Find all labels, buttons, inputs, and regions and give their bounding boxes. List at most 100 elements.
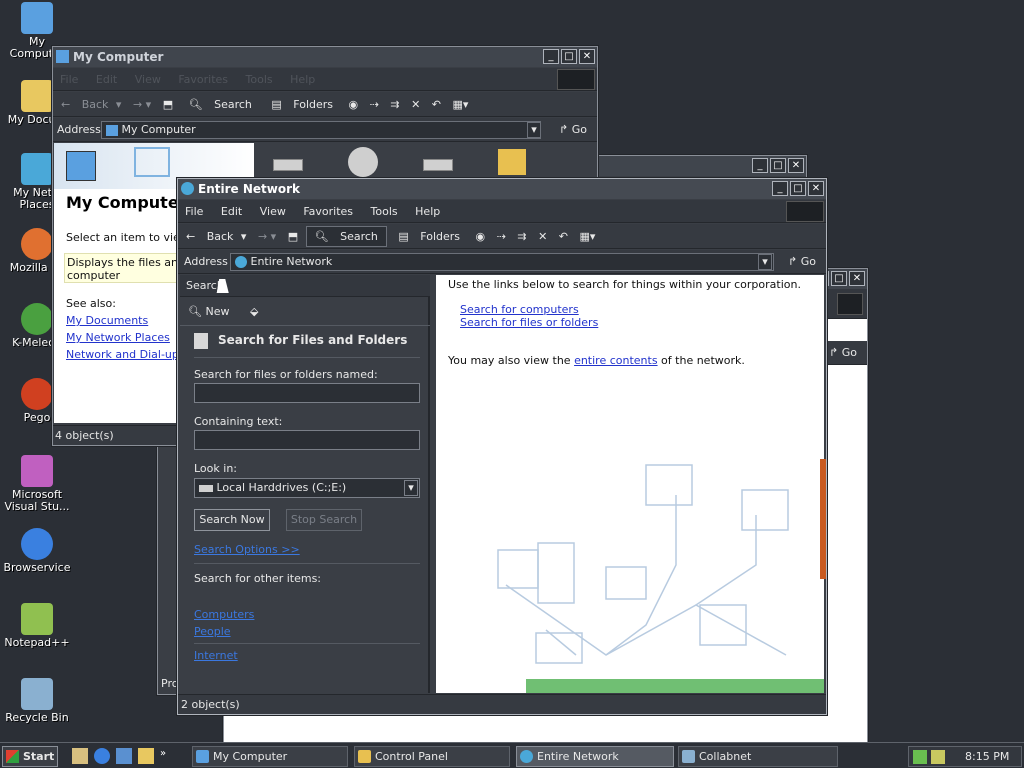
menu-view[interactable]: View — [253, 200, 293, 223]
address-dropdown-icon[interactable]: ▾ — [758, 254, 772, 270]
search-computers-link[interactable]: Search for computers — [460, 303, 579, 316]
back-button[interactable]: ← Back ▾ — [53, 92, 125, 117]
chevron-right-icon[interactable]: » — [160, 748, 166, 766]
search-options-link[interactable]: Search Options >> — [194, 543, 300, 556]
close-button[interactable]: ✕ — [579, 49, 595, 64]
move-to-icon[interactable]: ⇢ — [493, 224, 510, 249]
minimize-button[interactable]: _ — [772, 181, 788, 196]
task-control-panel[interactable]: Control Panel — [354, 746, 510, 767]
menu-help[interactable]: Help — [408, 200, 447, 223]
search-companion-icon[interactable]: ⬙ — [250, 302, 258, 322]
move-to-icon[interactable]: ⇢ — [366, 92, 383, 117]
volume-tray-icon[interactable] — [931, 750, 945, 764]
link-my-documents[interactable]: My Documents — [66, 314, 148, 327]
title-bar[interactable]: Entire Network — [178, 179, 826, 199]
close-button[interactable]: ✕ — [808, 181, 824, 196]
search-button[interactable]: 🔍︎ Search — [305, 226, 387, 247]
menu-tools[interactable]: Tools — [364, 200, 405, 223]
close-button[interactable]: ✕ — [849, 271, 865, 286]
search-people-link[interactable]: People — [194, 625, 231, 638]
start-button[interactable]: Start — [2, 746, 58, 767]
menu-bar: File Edit View Favorites Tools Help — [178, 200, 826, 223]
entire-network-window[interactable]: Entire Network _ □ ✕ File Edit View Favo… — [177, 178, 827, 715]
go-button[interactable]: ↱ Go — [559, 118, 587, 142]
search-files-link[interactable]: Search for files or folders — [460, 316, 598, 329]
desktop-icon-recycle-bin[interactable]: Recycle Bin — [0, 678, 74, 724]
up-folder-icon[interactable]: ⬒ — [159, 92, 177, 117]
back-button[interactable]: ← Back ▾ — [178, 224, 250, 249]
menu-tools[interactable]: Tools — [239, 68, 280, 91]
menu-file[interactable]: File — [53, 68, 85, 91]
clock[interactable]: 8:15 PM — [965, 747, 1009, 766]
control-panel-icon[interactable] — [498, 149, 526, 175]
back-arrow-icon: ← — [186, 230, 196, 243]
desktop-icon-browservice[interactable]: Browservice — [0, 528, 74, 574]
explorer-icon[interactable] — [138, 748, 154, 764]
pegasus-icon — [21, 378, 53, 410]
link-my-network-places[interactable]: My Network Places — [66, 331, 170, 344]
undo-icon[interactable]: ↶ — [428, 92, 445, 117]
copy-to-icon[interactable]: ⇉ — [513, 224, 530, 249]
search-computers-link[interactable]: Computers — [194, 608, 254, 621]
folders-button[interactable]: ▤ Folders — [263, 92, 341, 117]
maximize-button[interactable]: □ — [561, 49, 577, 64]
up-folder-icon[interactable]: ⬒ — [284, 224, 302, 249]
chevron-down-icon[interactable]: ▾ — [404, 480, 418, 496]
ie-icon[interactable] — [94, 748, 110, 764]
outlook-icon[interactable] — [116, 748, 132, 764]
hard-drive-icon[interactable] — [423, 159, 453, 171]
floppy-drive-icon[interactable] — [273, 159, 303, 171]
search-now-button[interactable]: Search Now — [194, 509, 270, 531]
search-internet-link[interactable]: Internet — [194, 649, 238, 662]
maximize-button[interactable]: □ — [770, 158, 786, 173]
stop-search-button[interactable]: Stop Search — [286, 509, 362, 531]
desktop-icon-notepad[interactable]: Notepad++ — [0, 603, 74, 649]
folders-button[interactable]: ▤ Folders — [390, 224, 468, 249]
go-button[interactable]: ↱ Go — [788, 250, 816, 274]
search-button[interactable]: 🔍︎ Search — [181, 92, 260, 117]
windows-logo-icon — [786, 201, 824, 222]
go-arrow-icon: ↱ — [559, 123, 569, 136]
task-collabnet[interactable]: Collabnet — [678, 746, 838, 767]
network-tray-icon[interactable] — [913, 750, 927, 764]
address-dropdown-icon[interactable]: ▾ — [527, 122, 541, 138]
delete-icon[interactable]: ✕ — [407, 92, 424, 117]
address-input[interactable]: My Computer — [101, 121, 541, 139]
maximize-button[interactable]: □ — [831, 271, 847, 286]
title-bar[interactable]: My Computer — [53, 47, 597, 67]
menu-edit[interactable]: Edit — [89, 68, 124, 91]
history-icon[interactable]: ◉ — [345, 92, 363, 117]
menu-view[interactable]: View — [128, 68, 168, 91]
minimize-button[interactable]: _ — [543, 49, 559, 64]
containing-text-input[interactable] — [194, 430, 420, 450]
forward-button[interactable]: → ▾ — [254, 224, 280, 249]
task-entire-network[interactable]: Entire Network — [516, 746, 674, 767]
minimize-button[interactable]: _ — [752, 158, 768, 173]
desktop-icon-visual-studio[interactable]: Microsoft Visual Stu... — [0, 455, 74, 513]
views-icon[interactable]: ▦▾ — [449, 92, 473, 117]
history-icon[interactable]: ◉ — [472, 224, 490, 249]
cd-drive-icon[interactable] — [348, 147, 378, 177]
close-button[interactable]: ✕ — [788, 158, 804, 173]
copy-to-icon[interactable]: ⇉ — [386, 92, 403, 117]
menu-favorites[interactable]: Favorites — [296, 200, 360, 223]
go-button[interactable]: ↱ Go — [829, 341, 857, 365]
views-icon[interactable]: ▦▾ — [576, 224, 600, 249]
task-my-computer[interactable]: My Computer — [192, 746, 348, 767]
look-in-select[interactable]: Local Harddrives (C:;E:) ▾ — [194, 478, 420, 498]
entire-contents-link[interactable]: entire contents — [574, 354, 658, 367]
ie-icon — [21, 528, 53, 560]
menu-edit[interactable]: Edit — [214, 200, 249, 223]
file-name-input[interactable] — [194, 383, 420, 403]
show-desktop-icon[interactable] — [72, 748, 88, 764]
menu-file[interactable]: File — [178, 200, 210, 223]
address-input[interactable]: Entire Network — [230, 253, 774, 271]
forward-button[interactable]: → ▾ — [129, 92, 155, 117]
my-computer-icon — [21, 2, 53, 34]
menu-favorites[interactable]: Favorites — [171, 68, 235, 91]
maximize-button[interactable]: □ — [790, 181, 806, 196]
new-search-button[interactable]: 🔍︎ New — [188, 302, 229, 322]
undo-icon[interactable]: ↶ — [555, 224, 572, 249]
menu-help[interactable]: Help — [283, 68, 322, 91]
delete-icon[interactable]: ✕ — [534, 224, 551, 249]
